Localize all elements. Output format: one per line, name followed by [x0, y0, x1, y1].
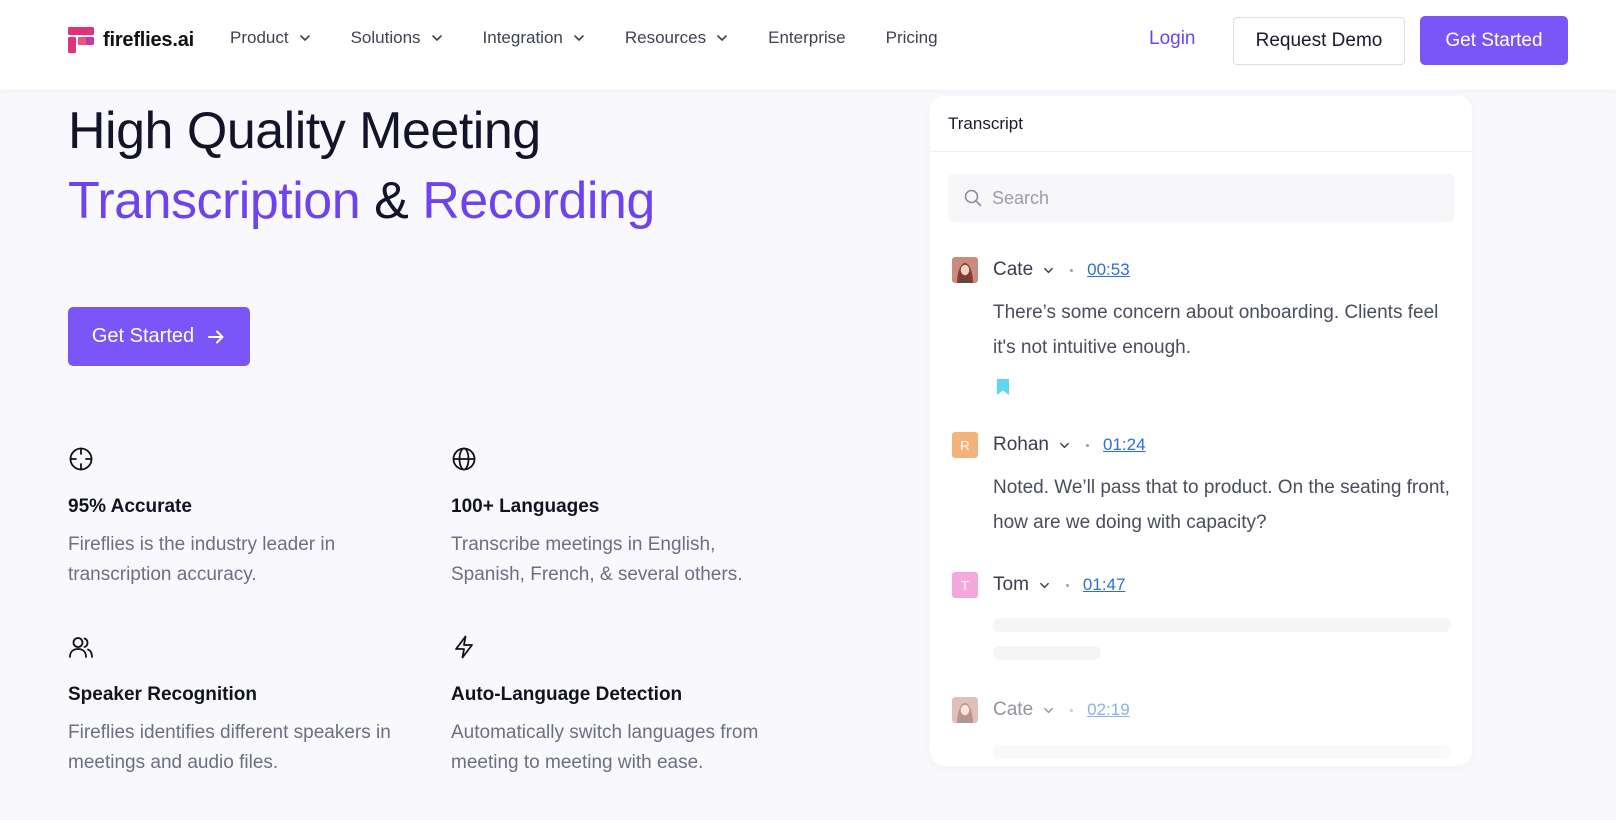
feature-description: Fireflies is the industry leader in tran… [68, 534, 336, 585]
transcript-entry: T Tom 01:47 [952, 572, 1452, 660]
transcript-title: Transcript [930, 96, 1472, 152]
transcript-text: There’s some concern about onboarding. C… [993, 302, 1439, 358]
speaker-name[interactable]: Cate [993, 699, 1033, 721]
transcript-entry-header: R Rohan 01:24 [952, 432, 1452, 458]
chevron-down-icon [574, 35, 584, 41]
lightning-icon [455, 635, 473, 659]
hero-word-transcription: Transcription [68, 172, 361, 230]
login-link[interactable]: Login [1149, 28, 1196, 50]
users-icon [69, 637, 93, 658]
transcript-entry-header: Cate 00:53 [952, 257, 1452, 283]
feature-description: Fireflies identifies different speakers … [68, 722, 391, 773]
separator-dot [1065, 583, 1069, 587]
search-icon [964, 189, 982, 207]
feature-accuracy: 95% Accurate Fireflies is the industry l… [68, 446, 398, 590]
transcript-entry: Cate 02:19 [952, 697, 1452, 759]
nav-integration-label: Integration [482, 28, 563, 47]
transcript-text: Noted. We’ll pass that to product. On th… [993, 477, 1450, 533]
timestamp-link[interactable]: 00:53 [1087, 260, 1130, 280]
feature-languages: 100+ Languages Transcribe meetings in En… [451, 446, 781, 590]
chevron-down-icon[interactable] [1043, 265, 1054, 276]
hero-get-started-button[interactable]: Get Started [68, 307, 250, 366]
arrow-right-icon [208, 330, 224, 343]
feature-title: Auto-Language Detection [451, 684, 683, 705]
avatar [952, 697, 978, 723]
chevron-down-icon[interactable] [1039, 580, 1050, 591]
site-header: fireflies.ai Product Solutions Integrati… [0, 0, 1616, 90]
nav-product-label: Product [230, 28, 289, 47]
text-skeleton-line [993, 745, 1451, 759]
separator-dot [1086, 443, 1089, 447]
nav-enterprise[interactable]: Enterprise [768, 28, 845, 48]
hero-title: High Quality Meeting Transcription & Rec… [68, 96, 655, 236]
separator-dot [1070, 708, 1074, 712]
request-demo-button[interactable]: Request Demo [1233, 17, 1405, 65]
search-input[interactable] [992, 187, 1432, 209]
transcript-search[interactable] [948, 174, 1454, 222]
feature-description: Transcribe meetings in English, Spanish,… [451, 534, 743, 585]
chevron-down-icon[interactable] [1043, 705, 1054, 716]
timestamp-link[interactable]: 02:19 [1087, 700, 1130, 720]
chevron-down-icon [431, 35, 442, 41]
feature-title: Speaker Recognition [68, 684, 257, 705]
hero-cta-label: Get Started [91, 325, 195, 347]
header-get-started-button[interactable]: Get Started [1420, 16, 1568, 65]
fireflies-logo-icon [68, 27, 94, 53]
brand-logo[interactable]: fireflies.ai [68, 27, 194, 53]
chevron-down-icon [299, 35, 310, 41]
nav-resources[interactable]: Resources [625, 28, 728, 48]
hero-word-recording: Recording [422, 172, 655, 230]
avatar: T [952, 572, 978, 598]
speaker-name[interactable]: Tom [993, 574, 1029, 596]
transcript-entry-header: Cate 02:19 [952, 697, 1452, 723]
nav-solutions[interactable]: Solutions [351, 28, 443, 48]
separator-dot [1070, 268, 1074, 272]
transcript-card: Transcript Cate 00:53 There’s some conce… [930, 96, 1472, 766]
text-skeleton-line [993, 646, 1101, 660]
chevron-down-icon[interactable] [1059, 440, 1070, 451]
hero-title-line1: High Quality Meeting [68, 102, 541, 160]
nav-integration[interactable]: Integration [483, 28, 585, 48]
transcript-entry-header: T Tom 01:47 [952, 572, 1452, 598]
feature-title: 100+ Languages [451, 496, 600, 517]
timestamp-link[interactable]: 01:24 [1103, 435, 1146, 455]
main-nav: Product Solutions Integration Resources … [230, 28, 978, 48]
feature-description: Automatically switch languages from meet… [451, 722, 759, 773]
text-skeleton-line [993, 618, 1451, 632]
nav-resources-label: Resources [624, 28, 707, 47]
timestamp-link[interactable]: 01:47 [1083, 575, 1126, 595]
bookmark-icon[interactable] [993, 377, 1013, 397]
avatar [952, 257, 978, 283]
transcript-entry: Cate 00:53 There’s some concern about on… [952, 257, 1452, 402]
globe-icon [452, 447, 476, 471]
brand-name: fireflies.ai [103, 28, 194, 51]
target-icon [69, 447, 93, 471]
feature-speaker-recognition: Speaker Recognition Fireflies identifies… [68, 634, 398, 778]
nav-solutions-label: Solutions [350, 28, 421, 47]
avatar: R [952, 432, 978, 458]
speaker-name[interactable]: Cate [993, 259, 1033, 281]
transcript-entry: R Rohan 01:24 Noted. We’ll pass that to … [952, 432, 1452, 540]
feature-auto-language: Auto-Language Detection Automatically sw… [451, 634, 781, 778]
speaker-name[interactable]: Rohan [993, 434, 1049, 456]
feature-title: 95% Accurate [68, 496, 192, 517]
chevron-down-icon [717, 35, 727, 41]
nav-product[interactable]: Product [230, 28, 311, 48]
nav-pricing[interactable]: Pricing [886, 28, 938, 48]
hero-ampersand: & [374, 172, 409, 230]
